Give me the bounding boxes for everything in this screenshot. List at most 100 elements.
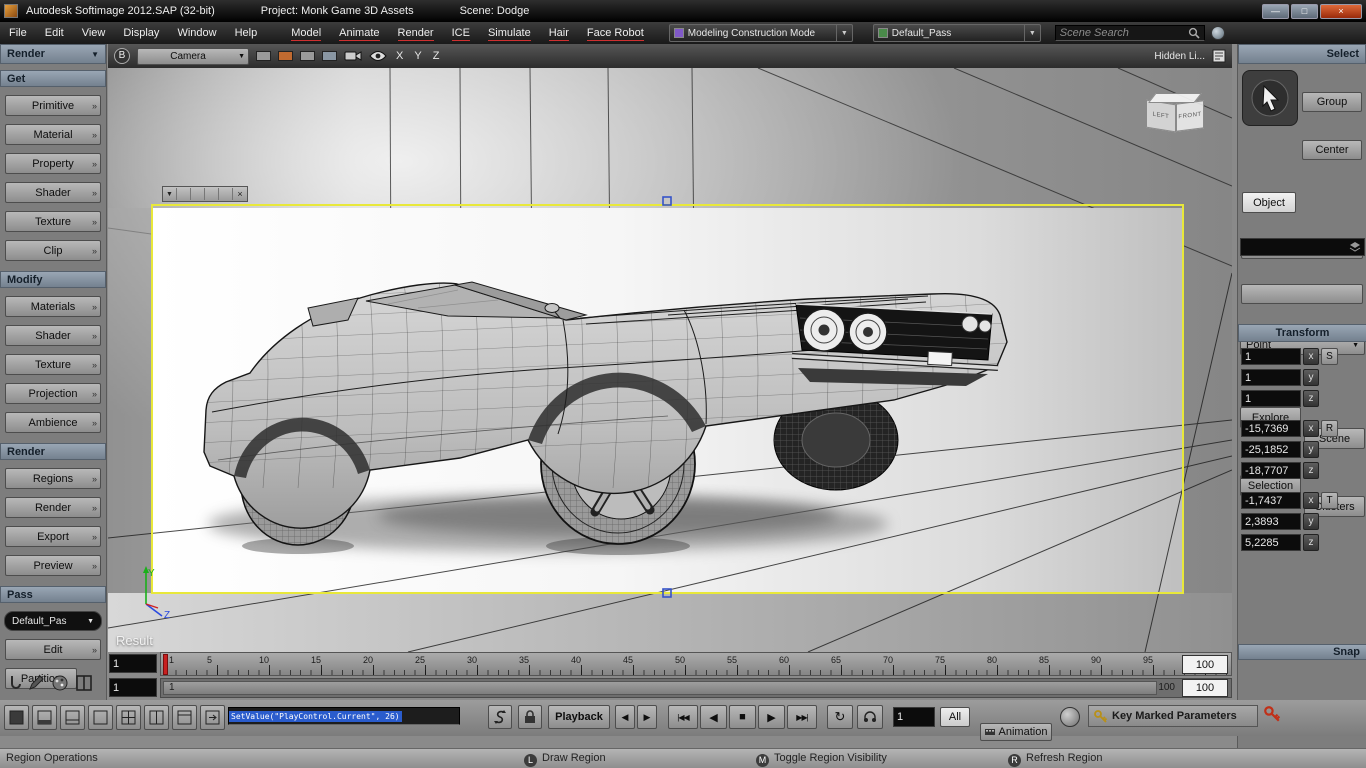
- script-command-field[interactable]: SetValue("PlayControl.Current", 26): [228, 707, 460, 725]
- region-close-button[interactable]: ×: [233, 188, 247, 200]
- menu-render[interactable]: Render: [390, 27, 442, 41]
- mute-keying-icon[interactable]: [1060, 707, 1080, 727]
- viewport-canvas[interactable]: Y Z ▼ × LEFT FRONT Result: [108, 68, 1232, 652]
- layout-preset-2[interactable]: [32, 705, 57, 730]
- camera-icon[interactable]: [344, 49, 362, 63]
- timeline-playhead[interactable]: [163, 654, 168, 675]
- translate-y-axis-button[interactable]: y: [1303, 513, 1319, 530]
- sync-icon[interactable]: [1210, 26, 1225, 40]
- rotate-x-axis-button[interactable]: x: [1303, 420, 1319, 437]
- pass-select-dropdown[interactable]: Default_Pas ▼: [4, 611, 102, 631]
- modify-ambience-button[interactable]: Ambience»: [5, 412, 101, 433]
- scale-x-field[interactable]: 1: [1241, 348, 1301, 365]
- region-tool-2[interactable]: [191, 188, 205, 200]
- layout-preset-3[interactable]: [60, 705, 85, 730]
- start-frame-field[interactable]: 1: [109, 654, 157, 673]
- rotate-y-axis-button[interactable]: y: [1303, 441, 1319, 458]
- go-to-end-button[interactable]: ▶▶|: [787, 705, 817, 729]
- menu-model[interactable]: Model: [283, 27, 329, 41]
- memo-cam-icon[interactable]: [1212, 49, 1226, 63]
- left-panel-header[interactable]: Render ▼: [0, 44, 106, 64]
- scale-x-axis-button[interactable]: x: [1303, 348, 1319, 365]
- update-icon[interactable]: [488, 705, 512, 729]
- scale-z-axis-button[interactable]: z: [1303, 390, 1319, 407]
- rotate-z-axis-button[interactable]: z: [1303, 462, 1319, 479]
- menu-ice[interactable]: ICE: [444, 27, 478, 41]
- eye-icon[interactable]: [369, 50, 387, 62]
- rotate-mode-button[interactable]: R: [1321, 420, 1338, 437]
- center-button[interactable]: Center: [1302, 140, 1362, 160]
- region-menu-button[interactable]: ▼: [163, 188, 177, 200]
- rotate-y-field[interactable]: -25,1852: [1241, 441, 1301, 458]
- menu-hair[interactable]: Hair: [541, 27, 577, 41]
- axis-y-button[interactable]: Y: [412, 50, 423, 62]
- menu-view[interactable]: View: [73, 27, 115, 39]
- translate-mode-button[interactable]: T: [1321, 492, 1338, 509]
- minimize-button[interactable]: —: [1262, 3, 1289, 19]
- view-cube-top-face[interactable]: [1148, 93, 1202, 103]
- menu-window[interactable]: Window: [168, 27, 225, 39]
- end-frame-box[interactable]: 100: [1182, 655, 1228, 674]
- pass-dropdown[interactable]: Default_Pass ▼: [872, 24, 1041, 42]
- pass-edit-button[interactable]: Edit»: [5, 639, 101, 660]
- key-marked-parameters-button[interactable]: Key Marked Parameters: [1088, 705, 1258, 727]
- render-export-button[interactable]: Export»: [5, 526, 101, 547]
- display-swatch-2[interactable]: [278, 51, 293, 61]
- layout-split-icon[interactable]: [75, 674, 93, 692]
- group-button[interactable]: Group: [1302, 92, 1362, 112]
- construction-mode-dropdown[interactable]: Modeling Construction Mode ▼: [668, 24, 853, 42]
- translate-x-field[interactable]: -1,7437: [1241, 492, 1301, 509]
- modify-texture-button[interactable]: Texture»: [5, 354, 101, 375]
- modify-materials-button[interactable]: Materials»: [5, 296, 101, 317]
- palette-icon[interactable]: [51, 674, 69, 692]
- render-regions-button[interactable]: Regions»: [5, 468, 101, 489]
- axis-x-button[interactable]: X: [394, 50, 405, 62]
- region-tool-4[interactable]: [219, 188, 233, 200]
- layout-preset-6[interactable]: [144, 705, 169, 730]
- pin-icon[interactable]: [3, 674, 21, 692]
- maximize-button[interactable]: □: [1291, 3, 1318, 19]
- menu-file[interactable]: File: [0, 27, 36, 39]
- select-panel-header[interactable]: Select: [1238, 44, 1366, 64]
- get-texture-button[interactable]: Texture»: [5, 211, 101, 232]
- playback-menu-button[interactable]: Playback: [548, 705, 610, 729]
- rotate-x-field[interactable]: -15,7369: [1241, 420, 1301, 437]
- select-tool-button[interactable]: [1242, 70, 1298, 126]
- close-button[interactable]: ×: [1320, 3, 1362, 19]
- timeline-ruler[interactable]: 1 5 10 15 20 25 30 35 40 45 50 55 60 65 …: [160, 652, 1232, 676]
- key-red-icon[interactable]: [1264, 706, 1280, 722]
- view-cube-front-face[interactable]: FRONT: [1176, 100, 1204, 132]
- region-tool-1[interactable]: [177, 188, 191, 200]
- frame-step-forward-button[interactable]: ▶: [637, 705, 657, 729]
- display-mode-button[interactable]: Hidden Li...: [1154, 51, 1205, 62]
- loop-button[interactable]: ↻: [827, 705, 853, 729]
- blank-slot-2[interactable]: [1241, 284, 1363, 304]
- modify-shader-button[interactable]: Shader»: [5, 325, 101, 346]
- translate-x-axis-button[interactable]: x: [1303, 492, 1319, 509]
- scene-search-input[interactable]: Scene Search: [1054, 25, 1205, 41]
- axis-z-button[interactable]: Z: [431, 50, 442, 62]
- view-cube[interactable]: LEFT FRONT: [1144, 92, 1214, 148]
- lock-icon[interactable]: [518, 705, 542, 729]
- translate-z-axis-button[interactable]: z: [1303, 534, 1319, 551]
- scale-z-field[interactable]: 1: [1241, 390, 1301, 407]
- selection-text-field[interactable]: [1240, 238, 1365, 256]
- menu-display[interactable]: Display: [114, 27, 168, 39]
- animation-menu-button[interactable]: Animation: [980, 723, 1052, 741]
- viewport-letter-button[interactable]: B: [114, 48, 130, 64]
- render-render-button[interactable]: Render»: [5, 497, 101, 518]
- view-cube-left-face[interactable]: LEFT: [1146, 99, 1176, 133]
- layout-preset-5[interactable]: [116, 705, 141, 730]
- all-button[interactable]: All: [940, 707, 970, 727]
- current-frame-field[interactable]: 1: [893, 707, 935, 727]
- menu-edit[interactable]: Edit: [36, 27, 73, 39]
- display-swatch-4[interactable]: [322, 51, 337, 61]
- layout-preset-8[interactable]: [200, 705, 225, 730]
- layout-preset-7[interactable]: [172, 705, 197, 730]
- layout-preset-1[interactable]: [4, 705, 29, 730]
- menu-simulate[interactable]: Simulate: [480, 27, 539, 41]
- scale-y-field[interactable]: 1: [1241, 369, 1301, 386]
- menu-animate[interactable]: Animate: [331, 27, 387, 41]
- get-primitive-button[interactable]: Primitive»: [5, 95, 101, 116]
- timeline-range-bar[interactable]: 1 100 100: [160, 678, 1232, 698]
